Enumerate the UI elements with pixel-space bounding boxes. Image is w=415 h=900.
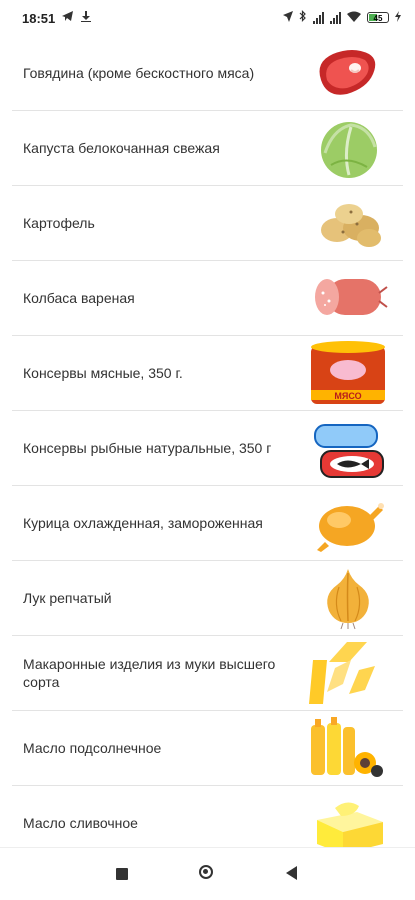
product-list: Говядина (кроме бескостного мяса) Капуст… [0,36,415,848]
list-item-beef[interactable]: Говядина (кроме бескостного мяса) [12,36,403,111]
location-icon [283,10,293,25]
list-item-label: Масло подсолнечное [23,740,162,756]
list-item-cabbage[interactable]: Капуста белокочанная свежая [12,111,403,186]
battery-level: 45 [373,14,383,23]
bluetooth-icon [299,10,307,25]
butter-icon [307,790,389,848]
list-item-label: Лук репчатый [23,590,112,606]
status-bar: 18:51 45 [0,0,415,36]
list-item-canned-meat[interactable]: Консервы мясные, 350 г. МЯСО [12,336,403,411]
list-item-chicken[interactable]: Курица охлажденная, замороженная [12,486,403,561]
wifi-icon [347,11,361,25]
list-item-label: Картофель [23,215,95,231]
status-icons: 45 [283,10,401,25]
sunflower-oil-icon [307,715,389,781]
system-nav-bar [0,847,415,900]
telegram-icon [62,11,74,25]
list-item-label: Консервы мясные, 350 г. [23,365,183,381]
cabbage-icon [307,115,389,181]
meat-can-icon: МЯСО [307,340,389,406]
list-item-label: Консервы рыбные натуральные, 350 г [23,440,272,456]
charging-icon [395,10,401,25]
battery-icon: 45 [367,12,389,23]
signal-icon-2 [330,11,341,24]
fish-can-icon [307,415,389,481]
sausage-icon [307,265,389,331]
list-item-butter[interactable]: Масло сливочное [12,786,403,848]
list-item-potatoes[interactable]: Картофель [12,186,403,261]
list-item-pasta[interactable]: Макаронные изделия из муки высшего сорта [12,636,403,711]
list-item-sausage[interactable]: Колбаса вареная [12,261,403,336]
status-time: 18:51 [22,10,56,26]
list-item-sunflower-oil[interactable]: Масло подсолнечное [12,711,403,786]
onion-icon [307,565,389,631]
list-item-label: Говядина (кроме бескостного мяса) [23,65,255,81]
signal-icon-1 [313,11,324,24]
can-label: МЯСО [334,391,361,401]
pasta-icon [307,640,389,706]
recents-button[interactable] [116,868,128,880]
home-button[interactable] [199,865,213,879]
list-item-label: Макаронные изделия из муки высшего сорта [23,656,276,690]
list-item-label: Колбаса вареная [23,290,135,306]
back-button[interactable] [286,866,297,880]
download-icon [81,11,92,25]
beef-steak-icon [307,40,389,106]
potatoes-icon [307,190,389,256]
list-item-label: Капуста белокочанная свежая [23,140,220,156]
list-item-label: Курица охлажденная, замороженная [23,515,263,531]
chicken-icon [307,490,389,556]
list-item-onion[interactable]: Лук репчатый [12,561,403,636]
list-item-label: Масло сливочное [23,815,138,831]
list-item-canned-fish[interactable]: Консервы рыбные натуральные, 350 г [12,411,403,486]
